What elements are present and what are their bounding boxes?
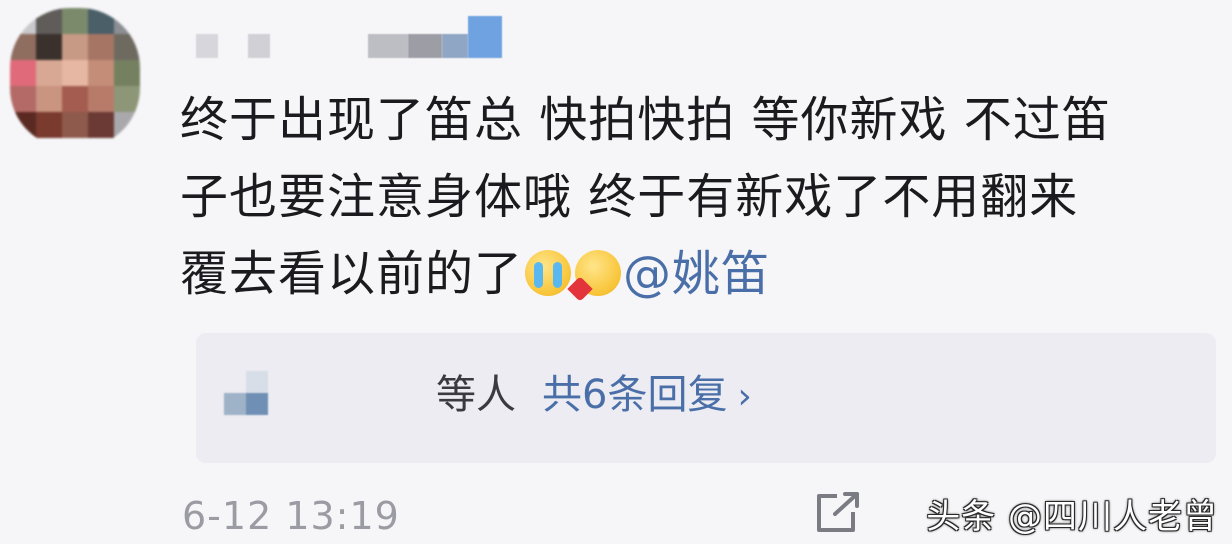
chevron-right-icon: › (737, 376, 752, 417)
mention-link[interactable]: @姚笛 (623, 246, 770, 302)
comment-card: 终于出现了笛总 快拍快拍 等你新戏 不过笛 子也要注意身体哦 终于有新戏了不用翻… (0, 0, 1232, 544)
timestamp: 6-12 13:19 (182, 494, 400, 538)
avatar[interactable] (10, 8, 140, 148)
share-icon-graphic (817, 492, 859, 532)
blowing-kiss-emoji (575, 250, 622, 296)
comment-line-2: 子也要注意身体哦 终于有新戏了不用翻来 (180, 169, 1079, 225)
comment-line-3: 覆去看以前的了 @姚笛 (180, 236, 1210, 313)
crying-face-emoji (525, 250, 572, 296)
reply-preview[interactable]: 等人 共6条回复 › (196, 333, 1216, 463)
reply-names: 等人 (436, 372, 516, 418)
comment-text: 终于出现了笛总 快拍快拍 等你新戏 不过笛 子也要注意身体哦 终于有新戏了不用翻… (180, 82, 1210, 313)
reply-avatar (224, 371, 274, 421)
watermark: 头条 @四川人老曾 (926, 497, 1218, 537)
share-icon[interactable] (813, 490, 865, 536)
comment-line-3-text: 覆去看以前的了 (180, 246, 524, 302)
username[interactable] (196, 16, 516, 66)
reply-summary: 等人 共6条回复 › (436, 367, 752, 425)
comment-line-1: 终于出现了笛总 快拍快拍 等你新戏 不过笛 (180, 92, 1111, 148)
reply-count-link[interactable]: 共6条回复 (542, 372, 727, 418)
